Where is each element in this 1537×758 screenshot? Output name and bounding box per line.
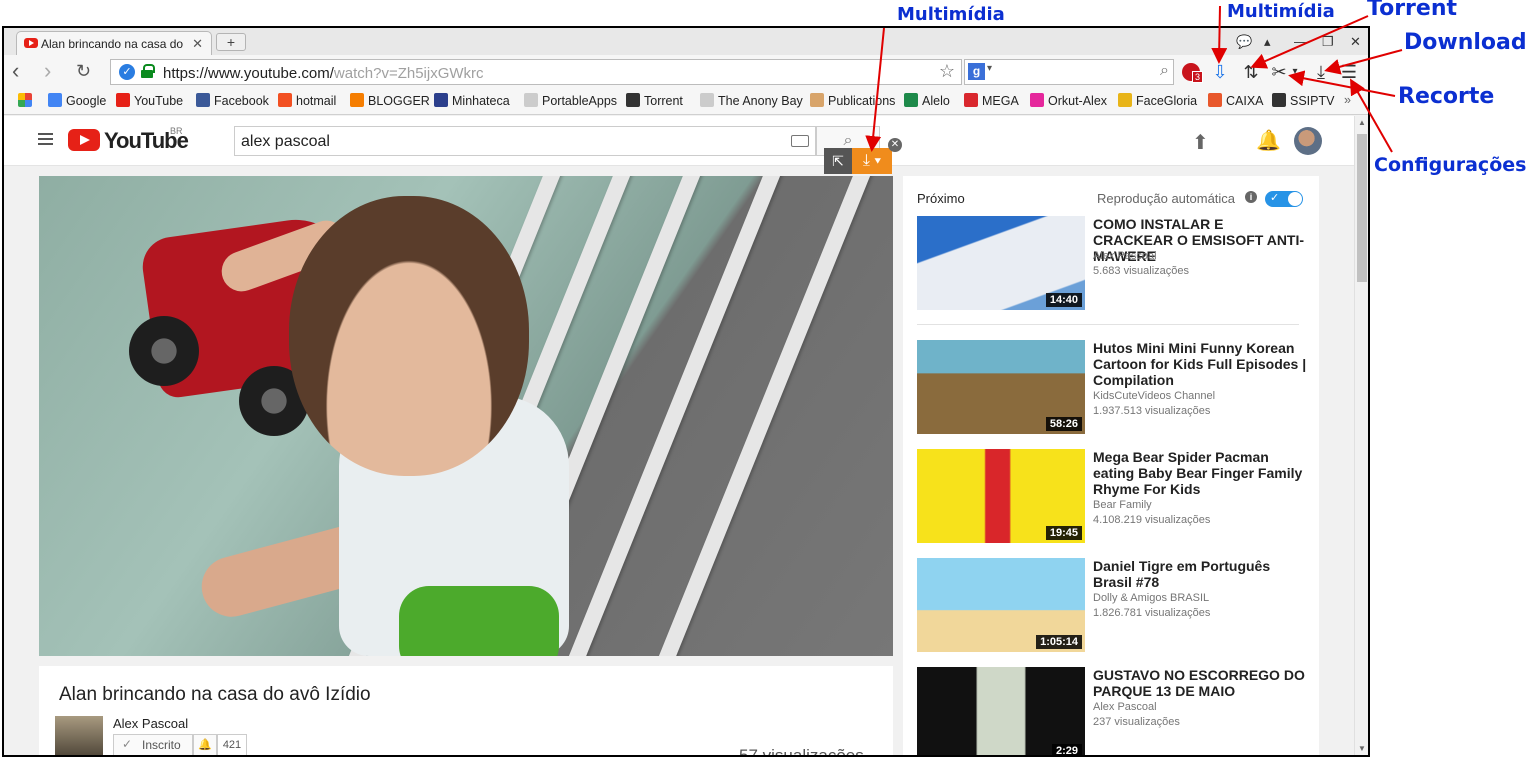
arrow-multimidia-page bbox=[865, 27, 885, 152]
arrow-multimidia-ext bbox=[1211, 5, 1228, 64]
arrow-torrent bbox=[1250, 15, 1369, 69]
annotated-screenshot: Alan brincando na casa do ✕ + 💬 ▴ — ❐ ✕ … bbox=[0, 0, 1537, 758]
arrow-download bbox=[1324, 49, 1403, 75]
annotation-arrows bbox=[865, 5, 1403, 153]
label-multimidia-ext: Multimídia bbox=[1227, 1, 1335, 22]
label-recorte: Recorte bbox=[1398, 84, 1495, 109]
arrow-recorte bbox=[1288, 70, 1396, 97]
label-download: Download bbox=[1404, 30, 1527, 55]
label-torrent: Torrent bbox=[1367, 0, 1457, 21]
label-configuracoes: Configurações bbox=[1374, 154, 1527, 176]
label-multimidia-page: Multimídia bbox=[897, 4, 1005, 25]
